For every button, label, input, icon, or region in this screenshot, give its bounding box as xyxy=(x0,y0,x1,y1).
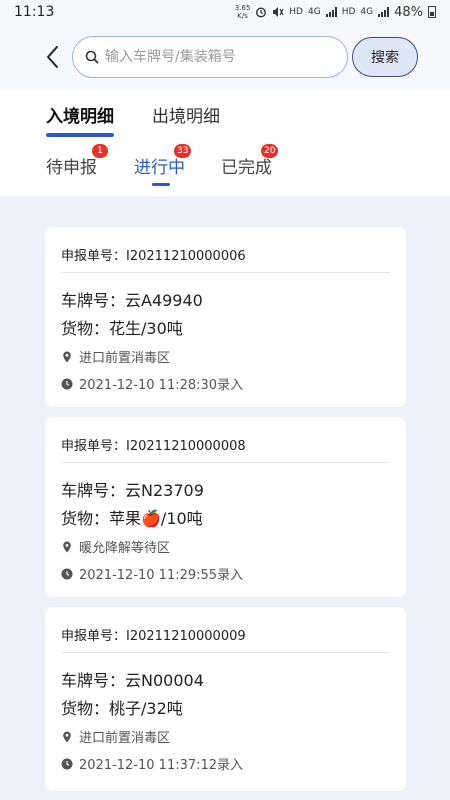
location-text: 进口前置消毒区 xyxy=(79,351,171,366)
plate-number: 车牌号：云A49940 xyxy=(61,291,203,310)
location-row: 进口前置消毒区 xyxy=(61,727,170,746)
search-button[interactable]: 搜索 xyxy=(352,37,418,77)
location-row: 暖允降解等待区 xyxy=(61,537,170,556)
battery-icon xyxy=(428,6,436,18)
net-speed: 3.65 K/s xyxy=(235,4,251,20)
record-card[interactable]: 申报单号：I20211210000009 车牌号：云N00004 货物：桃子/3… xyxy=(45,607,406,791)
declaration-number: 申报单号：I20211210000008 xyxy=(61,439,246,454)
tab-entry-label: 入境明细 xyxy=(46,107,114,127)
location-pin-icon xyxy=(63,351,71,362)
card-divider xyxy=(61,272,390,273)
clock-icon xyxy=(61,568,73,579)
status-time: 11:13 xyxy=(14,4,55,20)
plate-number: 车牌号：云N23709 xyxy=(61,481,204,500)
entry-time-text: 2021-12-10 11:37:12录入 xyxy=(79,758,244,773)
tab-exit-label: 出境明细 xyxy=(152,107,220,127)
subtab-pending-label: 待申报 xyxy=(46,158,97,178)
tab-exit-details[interactable]: 出境明细 xyxy=(152,102,220,127)
back-arrow-icon[interactable] xyxy=(42,43,64,71)
tabs-area: 入境明细 出境明细 待申报 1 进行中 33 已完成 20 xyxy=(0,90,450,196)
top-bar: 搜索 xyxy=(0,24,450,90)
net-speed-unit: K/s xyxy=(237,12,248,20)
plate-number: 车牌号：云N00004 xyxy=(61,671,204,690)
time-row: 2021-12-10 11:37:12录入 xyxy=(61,754,243,773)
search-input[interactable] xyxy=(105,49,325,65)
search-box[interactable] xyxy=(72,36,348,78)
subtab-completed-label: 已完成 xyxy=(221,158,272,178)
status-bar: 11:13 3.65 K/s HD 4G HD 4G 48% xyxy=(0,0,450,24)
location-text: 进口前置消毒区 xyxy=(79,731,171,746)
location-pin-icon xyxy=(63,541,71,552)
subtab-active-indicator xyxy=(152,183,170,186)
net-speed-value: 3.65 xyxy=(234,4,251,12)
clock-icon xyxy=(61,378,73,389)
signal-icon-2 xyxy=(378,7,390,17)
subtab-in-progress[interactable]: 进行中 33 xyxy=(134,144,192,186)
time-row: 2021-12-10 11:28:30录入 xyxy=(61,374,243,393)
subtab-in-progress-label: 进行中 xyxy=(134,158,185,178)
network-hd-2: HD xyxy=(341,7,356,17)
cargo-info: 货物：桃子/32吨 xyxy=(61,699,183,718)
cargo-info: 货物：花生/30吨 xyxy=(61,319,183,338)
record-card[interactable]: 申报单号：I20211210000006 车牌号：云A49940 货物：花生/3… xyxy=(45,227,406,407)
battery-percent: 48% xyxy=(394,4,423,20)
subtab-pending[interactable]: 待申报 1 xyxy=(46,144,108,178)
card-divider xyxy=(61,652,390,653)
location-row: 进口前置消毒区 xyxy=(61,347,170,366)
entry-time-text: 2021-12-10 11:28:30录入 xyxy=(79,378,244,393)
clock-icon xyxy=(61,758,73,769)
signal-icon xyxy=(325,7,337,17)
subtab-pending-badge: 1 xyxy=(92,144,108,158)
declaration-number: 申报单号：I20211210000006 xyxy=(61,249,246,264)
location-text: 暖允降解等待区 xyxy=(79,541,171,556)
location-pin-icon xyxy=(63,731,71,742)
tab-entry-details[interactable]: 入境明细 xyxy=(46,102,114,137)
card-divider xyxy=(61,462,390,463)
network-4g-2: 4G xyxy=(360,7,374,17)
mute-icon xyxy=(273,7,284,17)
tab-active-indicator xyxy=(46,133,114,137)
network-4g-1: 4G xyxy=(307,7,321,17)
cargo-info: 货物：苹果🍎/10吨 xyxy=(61,509,203,528)
status-icons: 3.65 K/s HD 4G HD 4G 48% xyxy=(235,4,436,20)
network-hd-1: HD xyxy=(289,7,303,17)
subtab-completed-badge: 20 xyxy=(261,144,279,158)
declaration-number: 申报单号：I20211210000009 xyxy=(61,629,246,644)
record-card[interactable]: 申报单号：I20211210000008 车牌号：云N23709 货物：苹果🍎/… xyxy=(45,417,406,597)
search-icon xyxy=(85,50,99,64)
subtab-completed[interactable]: 已完成 20 xyxy=(221,144,279,178)
subtab-in-progress-badge: 33 xyxy=(174,144,192,158)
entry-time-text: 2021-12-10 11:29:55录入 xyxy=(79,568,244,583)
alarm-icon xyxy=(256,7,267,18)
time-row: 2021-12-10 11:29:55录入 xyxy=(61,564,243,583)
